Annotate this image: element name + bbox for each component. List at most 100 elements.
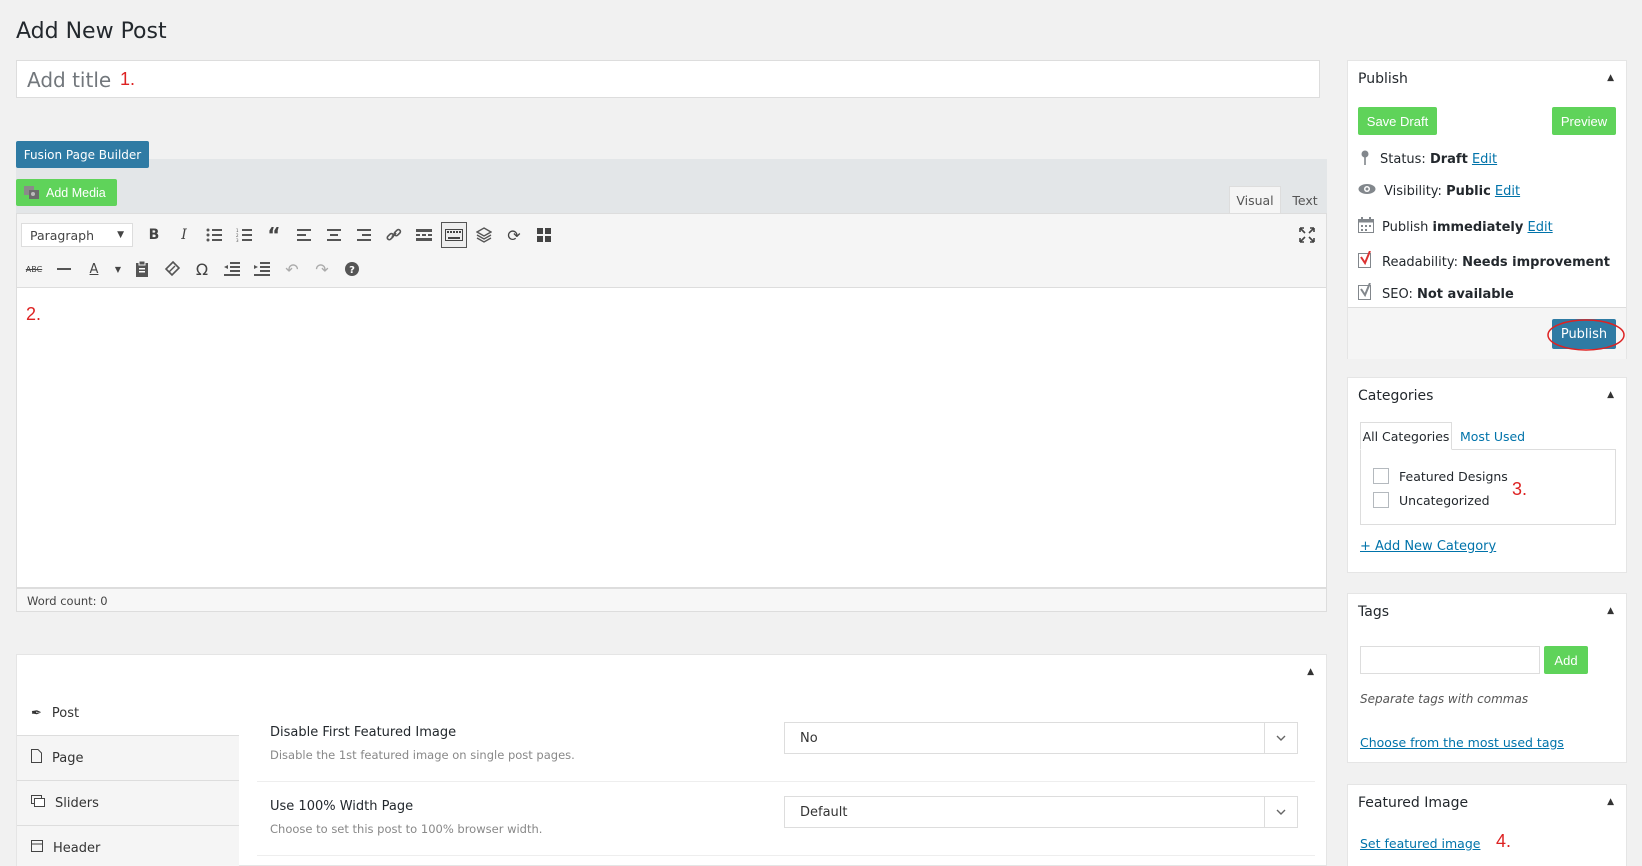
add-tag-button[interactable]: Add — [1544, 646, 1588, 674]
post-title-input[interactable]: Add title 1. — [16, 60, 1320, 98]
status-edit-link[interactable]: Edit — [1472, 152, 1497, 167]
disable-featured-image-select[interactable]: No — [784, 722, 1298, 754]
annotation-circle — [1547, 319, 1625, 351]
page-title: Add New Post — [16, 19, 167, 44]
undo-icon[interactable]: ↶ — [279, 256, 305, 282]
collapse-toggle-icon[interactable]: ▲ — [1607, 606, 1614, 616]
clear-formatting-icon[interactable] — [159, 256, 185, 282]
readability-value: Needs improvement — [1462, 254, 1610, 270]
publish-edit-link[interactable]: Edit — [1528, 220, 1553, 235]
yoast-readability-icon — [1358, 250, 1374, 273]
tags-box: Tags ▲ Add Separate tags with commas Cho… — [1347, 593, 1627, 763]
format-select[interactable]: Paragraph ▼ — [21, 223, 133, 247]
numbered-list-icon[interactable]: 123 — [231, 222, 257, 248]
paste-text-icon[interactable] — [129, 256, 155, 282]
editor-content-area[interactable]: 2. — [16, 288, 1327, 588]
featured-image-box: Featured Image ▲ Set featured image 4. — [1347, 784, 1627, 866]
status-row: Status: Draft Edit — [1358, 149, 1497, 169]
publish-box: Publish ▲ Save Draft Preview Status: Dra… — [1347, 60, 1627, 359]
format-select-value: Paragraph — [30, 227, 95, 243]
align-right-icon[interactable] — [351, 222, 377, 248]
tags-hint: Separate tags with commas — [1360, 692, 1529, 706]
category-label: Featured Designs — [1399, 468, 1508, 484]
option-field-1: Disable First Featured Image Disable the… — [270, 725, 575, 762]
option-label: Use 100% Width Page — [270, 799, 414, 814]
bold-icon[interactable]: B — [141, 222, 167, 248]
chevron-down-icon: ▼ — [117, 230, 124, 240]
keyboard-icon[interactable] — [441, 222, 467, 248]
annotation-3: 3. — [1512, 479, 1528, 499]
category-label: Uncategorized — [1399, 492, 1490, 508]
seo-value: Not available — [1417, 286, 1514, 302]
options-nav-header[interactable]: Header — [17, 826, 239, 866]
svg-text:?: ? — [349, 265, 355, 276]
options-nav-page[interactable]: Page — [17, 736, 239, 781]
tab-visual[interactable]: Visual — [1229, 186, 1281, 214]
add-new-category-link[interactable]: + Add New Category — [1360, 539, 1496, 554]
italic-icon[interactable]: I — [171, 222, 197, 248]
save-draft-button[interactable]: Save Draft — [1358, 107, 1437, 135]
title-placeholder: Add title — [27, 68, 112, 92]
grid-icon[interactable] — [531, 222, 557, 248]
horizontal-line-icon[interactable] — [51, 256, 77, 282]
yoast-seo-icon — [1358, 282, 1374, 305]
choose-most-used-tags-link[interactable]: Choose from the most used tags — [1360, 735, 1564, 750]
category-item[interactable]: Featured Designs — [1373, 468, 1508, 484]
add-media-label: Add Media — [46, 185, 106, 200]
options-nav-label: Page — [52, 750, 84, 766]
options-nav-label: Sliders — [55, 795, 99, 811]
sliders-icon — [31, 795, 45, 811]
text-color-dropdown-icon[interactable]: ▼ — [111, 256, 125, 282]
blockquote-icon[interactable]: “ — [261, 222, 287, 248]
options-nav-sliders[interactable]: Sliders — [17, 781, 239, 826]
tab-text[interactable]: Text — [1284, 186, 1326, 214]
seo-row: SEO: Not available — [1358, 282, 1514, 305]
collapse-toggle-icon[interactable]: ▲ — [1607, 390, 1614, 400]
options-nav: ✒ Post Page Sliders Header — [17, 691, 239, 866]
outdent-icon[interactable] — [219, 256, 245, 282]
status-label: Status: — [1380, 151, 1426, 167]
categories-list: Featured Designs Uncategorized 3. — [1360, 449, 1616, 525]
collapse-toggle-icon[interactable]: ▲ — [1607, 73, 1614, 83]
annotation-4: 4. — [1496, 831, 1512, 851]
read-more-icon[interactable] — [411, 222, 437, 248]
fusion-page-builder-button[interactable]: Fusion Page Builder — [16, 141, 149, 168]
align-left-icon[interactable] — [291, 222, 317, 248]
tags-input[interactable] — [1360, 646, 1540, 674]
tags-box-title: Tags — [1358, 604, 1389, 620]
option-description: Choose to set this post to 100% browser … — [270, 822, 543, 836]
options-nav-label: Header — [53, 840, 101, 856]
collapse-toggle-icon[interactable]: ▲ — [1307, 667, 1314, 677]
add-media-button[interactable]: Add Media — [16, 179, 117, 206]
full-width-page-select[interactable]: Default — [784, 796, 1298, 828]
link-icon[interactable] — [381, 222, 407, 248]
align-center-icon[interactable] — [321, 222, 347, 248]
collapse-toggle-icon[interactable]: ▲ — [1607, 797, 1614, 807]
tab-all-categories[interactable]: All Categories — [1360, 422, 1452, 450]
svg-text:3: 3 — [236, 238, 239, 242]
text-color-icon[interactable]: A — [81, 256, 107, 282]
help-icon[interactable]: ? — [339, 256, 365, 282]
set-featured-image-link[interactable]: Set featured image — [1360, 836, 1480, 851]
fullscreen-icon[interactable] — [1294, 222, 1320, 248]
special-character-icon[interactable]: Ω — [189, 256, 215, 282]
category-item[interactable]: Uncategorized — [1373, 492, 1490, 508]
strikethrough-icon[interactable]: ABC — [21, 256, 47, 282]
categories-tabs: All Categories Most Used Featured Design… — [1360, 422, 1616, 526]
checkbox[interactable] — [1373, 492, 1389, 508]
seo-label: SEO: — [1382, 286, 1413, 302]
tab-most-used[interactable]: Most Used — [1460, 422, 1525, 450]
refresh-icon[interactable]: ⟳ — [501, 222, 527, 248]
indent-icon[interactable] — [249, 256, 275, 282]
layers-icon[interactable] — [471, 222, 497, 248]
divider — [257, 855, 1315, 856]
checkbox[interactable] — [1373, 468, 1389, 484]
options-nav-post[interactable]: ✒ Post — [17, 691, 239, 736]
option-label: Disable First Featured Image — [270, 725, 457, 740]
status-value: Draft — [1429, 151, 1468, 167]
publish-value: immediately — [1432, 219, 1524, 235]
preview-button[interactable]: Preview — [1552, 107, 1616, 135]
redo-icon[interactable]: ↷ — [309, 256, 335, 282]
bulleted-list-icon[interactable] — [201, 222, 227, 248]
visibility-edit-link[interactable]: Edit — [1495, 184, 1520, 199]
